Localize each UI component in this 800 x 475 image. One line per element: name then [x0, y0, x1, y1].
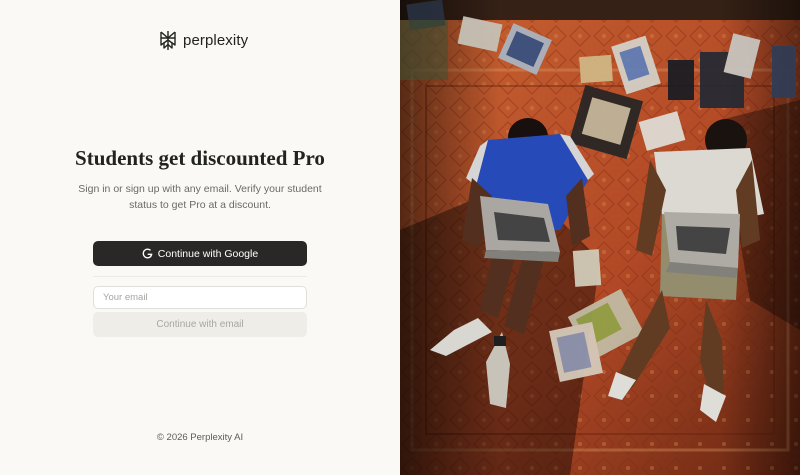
- continue-with-email-button[interactable]: Continue with email: [93, 312, 307, 337]
- email-input[interactable]: [93, 286, 307, 309]
- hero-image-panel: [400, 0, 800, 475]
- google-g-icon: [142, 248, 153, 259]
- divider: [93, 276, 307, 277]
- brand-logo[interactable]: perplexity: [158, 29, 248, 51]
- continue-with-google-button[interactable]: Continue with Google: [93, 241, 307, 266]
- students-with-laptops-image: [400, 0, 800, 475]
- page-subtitle: Sign in or sign up with any email. Verif…: [78, 183, 322, 211]
- continue-with-google-label: Continue with Google: [157, 247, 259, 260]
- brand-name: perplexity: [183, 31, 249, 49]
- perplexity-logo-icon: [160, 31, 176, 50]
- sign-in-panel: perplexity Students get discounted Pro S…: [0, 0, 400, 475]
- footer-copyright: © 2026 Perplexity AI: [156, 432, 244, 443]
- page-title: Students get discounted Pro: [75, 146, 325, 170]
